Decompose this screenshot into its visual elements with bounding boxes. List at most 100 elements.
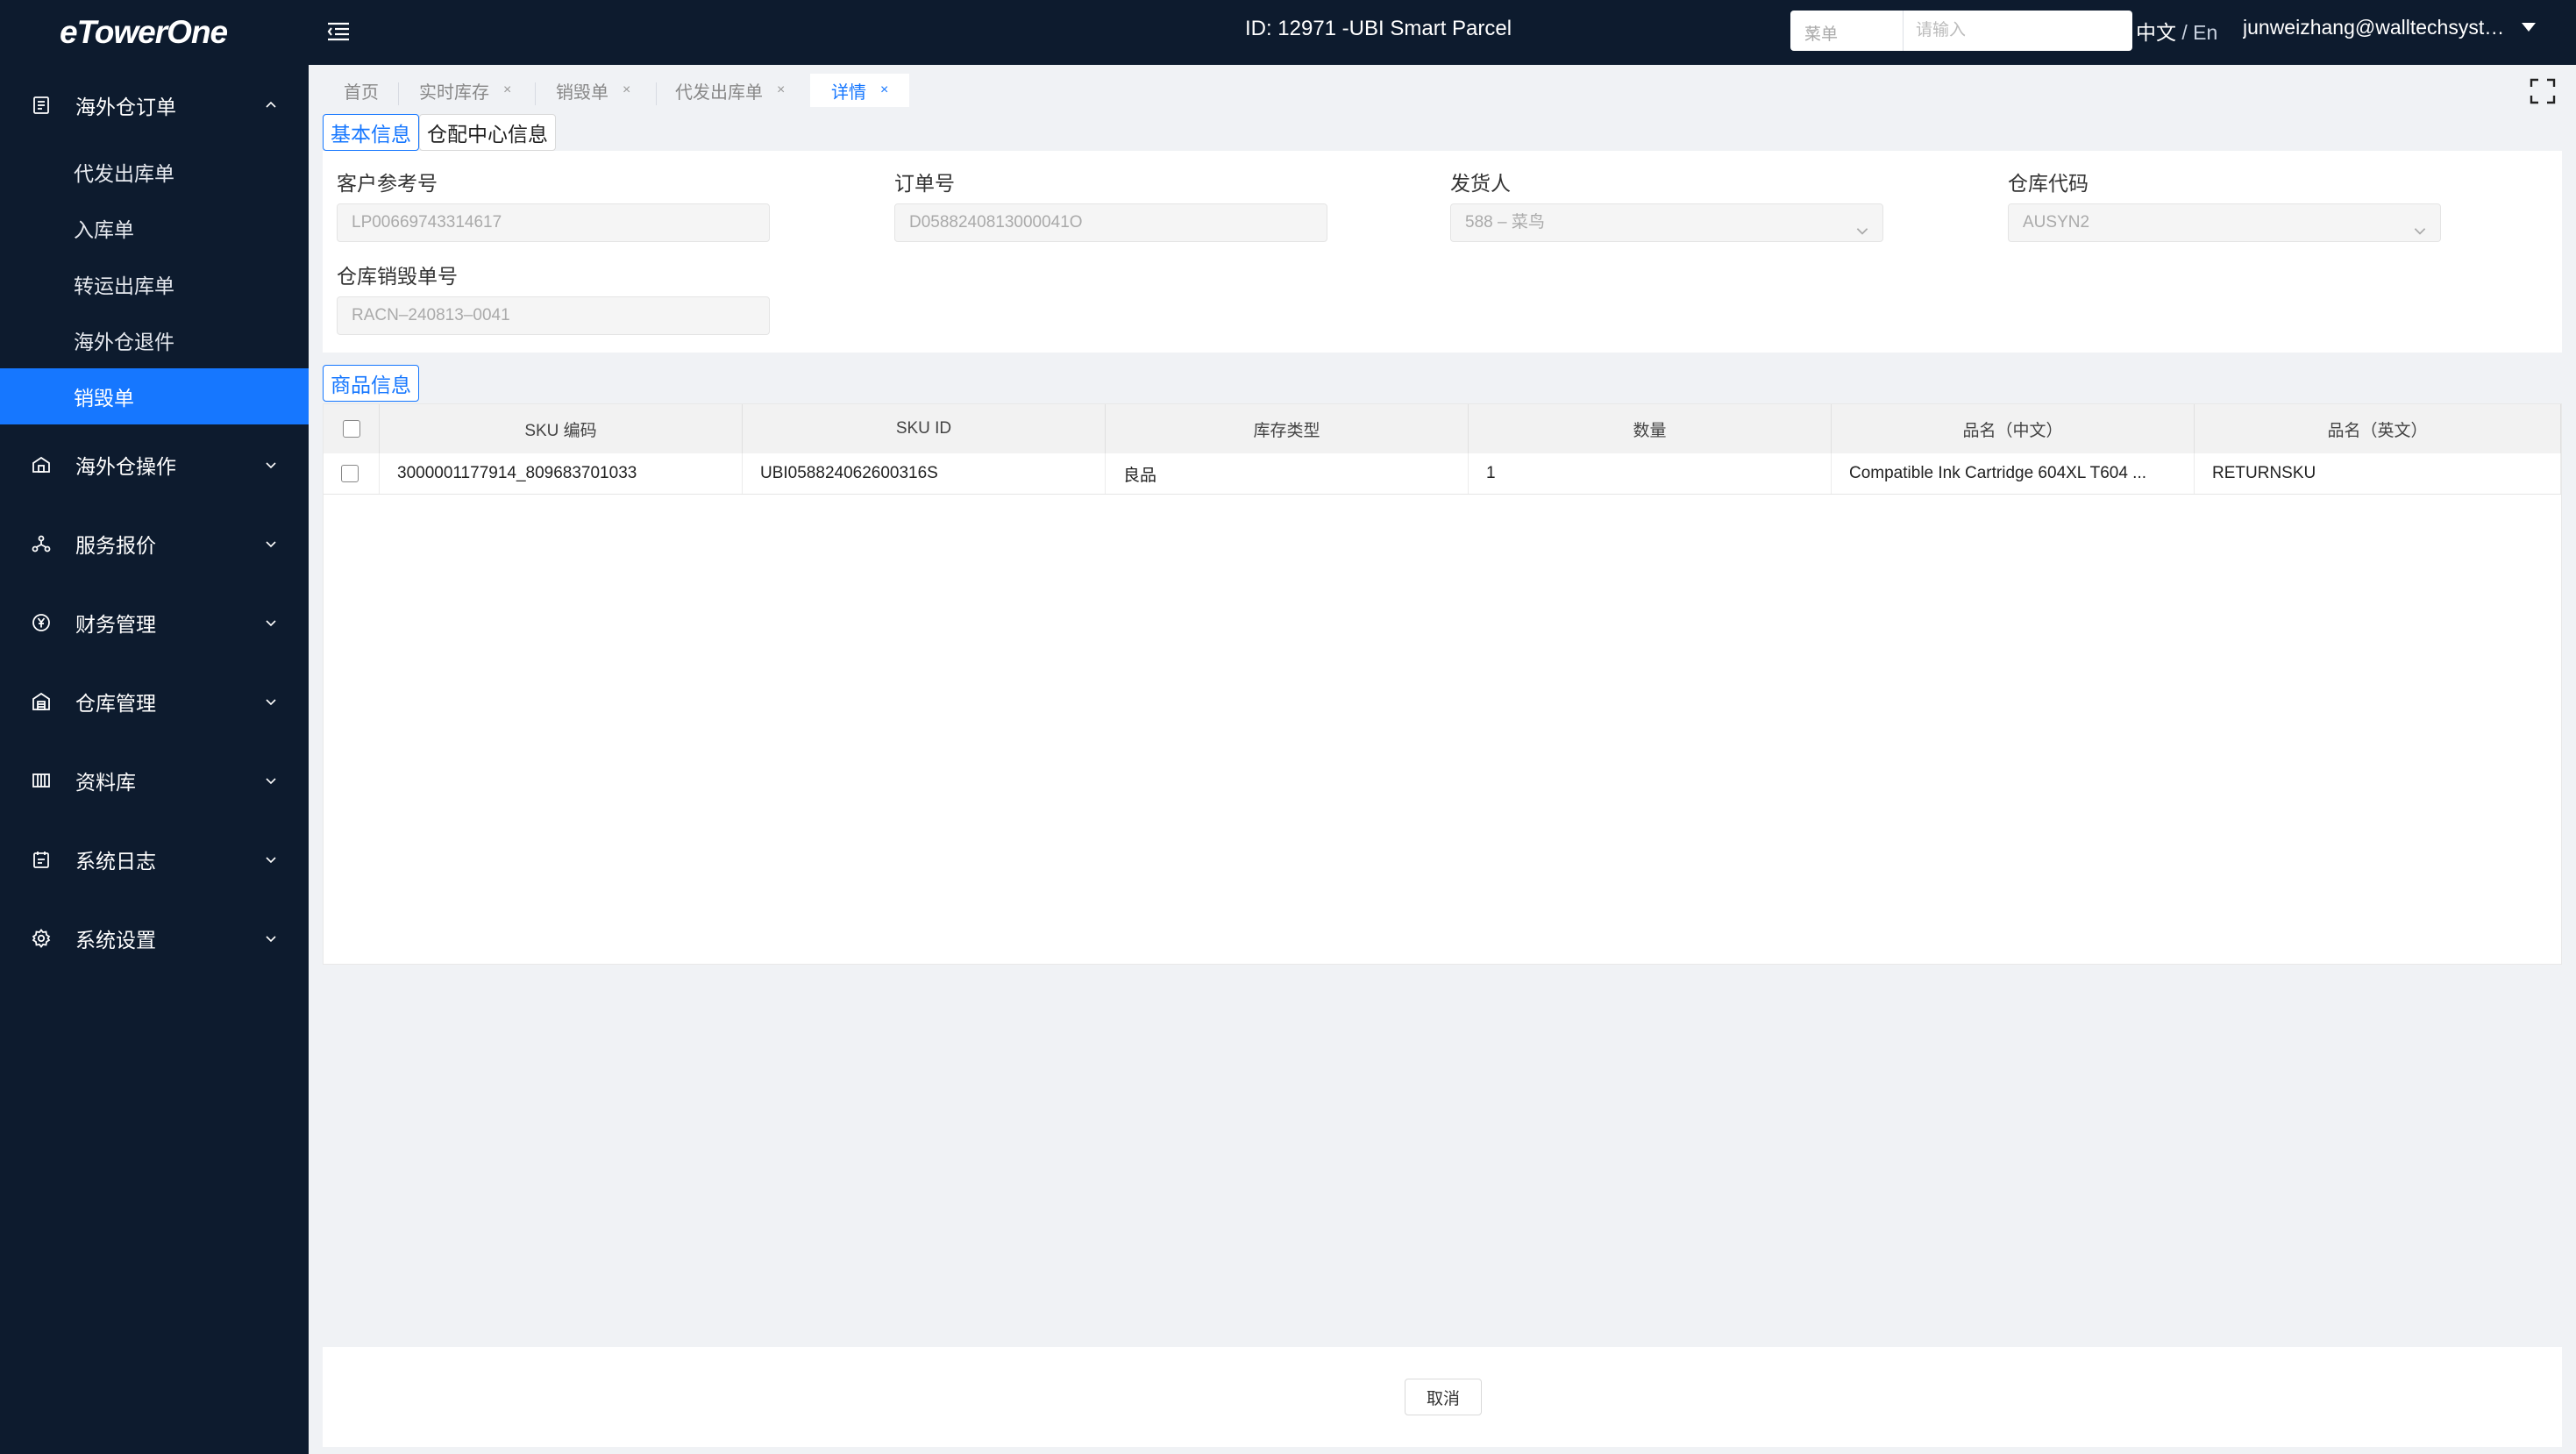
tab-goods-info[interactable]: 商品信息	[323, 365, 419, 402]
chevron-down-icon	[263, 615, 279, 631]
log-icon	[29, 847, 53, 872]
sidebar-group-label: 仓库管理	[75, 692, 156, 715]
sidebar-group-system-log[interactable]: 系统日志	[0, 833, 309, 886]
goods-table-panel: SKU 编码 SKU ID 库存类型 数量 品名（中文） 品名（英文） 3000…	[323, 403, 2562, 965]
cell-sku-id: UBI058824062600316S	[743, 453, 1106, 494]
sidebar-item-transfer-outbound[interactable]: 转运出库单	[0, 256, 309, 312]
tab-detail[interactable]: 详情 ×	[810, 74, 910, 107]
sidebar-item-inbound[interactable]: 入库单	[0, 200, 309, 256]
sidebar-group-overseas-orders[interactable]: 海外仓订单	[0, 79, 309, 132]
column-header[interactable]: 品名（英文）	[2195, 404, 2561, 453]
row-select-cell	[324, 453, 380, 494]
footer-panel: 取消	[323, 1347, 2562, 1447]
sidebar-group-finance[interactable]: 财务管理	[0, 596, 309, 649]
cell-name-en: RETURNSKU	[2195, 453, 2561, 494]
customer-ref-field[interactable]: LP00669743314617	[337, 203, 770, 242]
sidebar-group-label: 系统日志	[75, 850, 156, 873]
close-icon[interactable]: ×	[623, 82, 630, 98]
chevron-down-icon	[1804, 23, 1820, 39]
column-header[interactable]: 品名（中文）	[1832, 404, 2195, 453]
network-icon	[29, 531, 53, 556]
column-header[interactable]: 数量	[1469, 404, 1832, 453]
tab-divider	[535, 82, 536, 105]
tab-label: 首页	[344, 82, 379, 103]
chevron-down-icon	[263, 694, 279, 709]
menu-search: 菜单	[1790, 11, 2132, 51]
search-input[interactable]	[1904, 11, 2132, 51]
tabs-bar: 首页 实时库存 × 销毁单 × 代发出库单 × 详情 ×	[309, 65, 2576, 107]
shipper-label: 发货人	[1450, 172, 1511, 195]
customer-ref-label: 客户参考号	[337, 172, 438, 195]
sidebar-item-label: 销毁单	[74, 387, 134, 410]
sidebar: eTowerOne 海外仓订单 代发出库单 入库单 转运出库单 海外仓退件 销毁…	[0, 0, 309, 1454]
sidebar-group-label: 海外仓操作	[75, 455, 176, 478]
lang-zh[interactable]: 中文	[2136, 21, 2176, 44]
sidebar-item-returns[interactable]: 海外仓退件	[0, 312, 309, 368]
sidebar-group-label: 财务管理	[75, 613, 156, 636]
lang-en[interactable]: En	[2193, 21, 2217, 44]
sidebar-group-warehouse[interactable]: 仓库管理	[0, 675, 309, 728]
cell-quantity: 1	[1469, 453, 1832, 494]
sidebar-item-label: 转运出库单	[74, 274, 174, 297]
tab-destroy-order[interactable]: 销毁单 ×	[556, 74, 630, 107]
sidebar-item-fulfillment-outbound[interactable]: 代发出库单	[0, 144, 309, 200]
table-header: SKU 编码 SKU ID 库存类型 数量 品名（中文） 品名（英文）	[324, 404, 2561, 454]
sidebar-item-destroy-order[interactable]: 销毁单	[0, 368, 309, 424]
tab-home[interactable]: 首页	[344, 74, 379, 107]
sidebar-group-service-quote[interactable]: 服务报价	[0, 517, 309, 570]
gear-icon	[29, 926, 53, 951]
close-icon[interactable]: ×	[503, 82, 511, 98]
sidebar-item-label: 代发出库单	[74, 162, 174, 185]
chevron-down-icon	[263, 773, 279, 788]
language-switch[interactable]: 中文 / En	[2136, 16, 2217, 46]
column-header[interactable]: 库存类型	[1106, 404, 1469, 453]
cell-stock-type: 良品	[1106, 453, 1469, 494]
search-type-select[interactable]: 菜单	[1790, 11, 1904, 51]
sidebar-group-overseas-ops[interactable]: 海外仓操作	[0, 438, 309, 491]
tab-divider	[398, 82, 399, 105]
sidebar-group-label: 系统设置	[75, 929, 156, 952]
basic-info-panel: 客户参考号 LP00669743314617 订单号 D058824081300…	[323, 151, 2562, 353]
tab-fulfillment-outbound[interactable]: 代发出库单 ×	[675, 74, 785, 107]
chevron-down-icon	[263, 852, 279, 867]
lang-separator: /	[2181, 21, 2188, 44]
top-header: ID: 12971 -UBI Smart Parcel 菜单 中文 / En j…	[309, 0, 2576, 65]
chevron-down-icon	[263, 457, 279, 473]
user-menu[interactable]: junweizhang@walltechsyste...	[2243, 16, 2506, 39]
chevron-down-icon	[263, 536, 279, 552]
tab-label: 详情	[831, 82, 866, 103]
order-icon	[29, 93, 53, 118]
chevron-down-icon	[263, 930, 279, 946]
sidebar-group-label: 服务报价	[75, 534, 156, 557]
order-no-field[interactable]: D0588240813000041O	[894, 203, 1327, 242]
app-logo: eTowerOne	[60, 14, 228, 50]
destroy-no-label: 仓库销毁单号	[337, 265, 458, 288]
sidebar-group-library[interactable]: 资料库	[0, 754, 309, 807]
column-header[interactable]: SKU ID	[743, 404, 1106, 453]
caret-down-icon[interactable]	[2522, 23, 2536, 32]
close-icon[interactable]: ×	[777, 82, 785, 98]
fullscreen-icon[interactable]	[2529, 77, 2557, 105]
shipper-select[interactable]: 588 – 菜鸟	[1450, 203, 1883, 242]
close-icon[interactable]: ×	[880, 82, 888, 98]
yuan-icon	[29, 610, 53, 635]
tab-basic-info[interactable]: 基本信息	[323, 114, 419, 151]
chevron-down-icon	[2412, 216, 2428, 235]
warehouse-code-select[interactable]: AUSYN2	[2008, 203, 2441, 242]
chevron-up-icon	[263, 97, 279, 113]
tab-label: 实时库存	[419, 82, 489, 103]
sidebar-group-system-settings[interactable]: 系统设置	[0, 912, 309, 965]
table-row: 3000001177914_809683701033 UBI0588240626…	[324, 453, 2561, 495]
column-header[interactable]: SKU 编码	[380, 404, 743, 453]
tab-label: 代发出库单	[675, 82, 763, 103]
select-all-checkbox[interactable]	[342, 420, 360, 438]
destroy-no-field[interactable]: RACN–240813–0041	[337, 296, 770, 335]
shipper-value: 588 – 菜鸟	[1465, 213, 1545, 232]
library-icon	[29, 768, 53, 793]
tab-center-info[interactable]: 仓配中心信息	[419, 114, 556, 151]
select-all-cell	[324, 404, 380, 453]
sidebar-item-label: 海外仓退件	[74, 331, 174, 353]
cancel-button[interactable]: 取消	[1405, 1379, 1482, 1415]
tab-realtime-stock[interactable]: 实时库存 ×	[419, 74, 511, 107]
row-checkbox[interactable]	[341, 465, 359, 482]
